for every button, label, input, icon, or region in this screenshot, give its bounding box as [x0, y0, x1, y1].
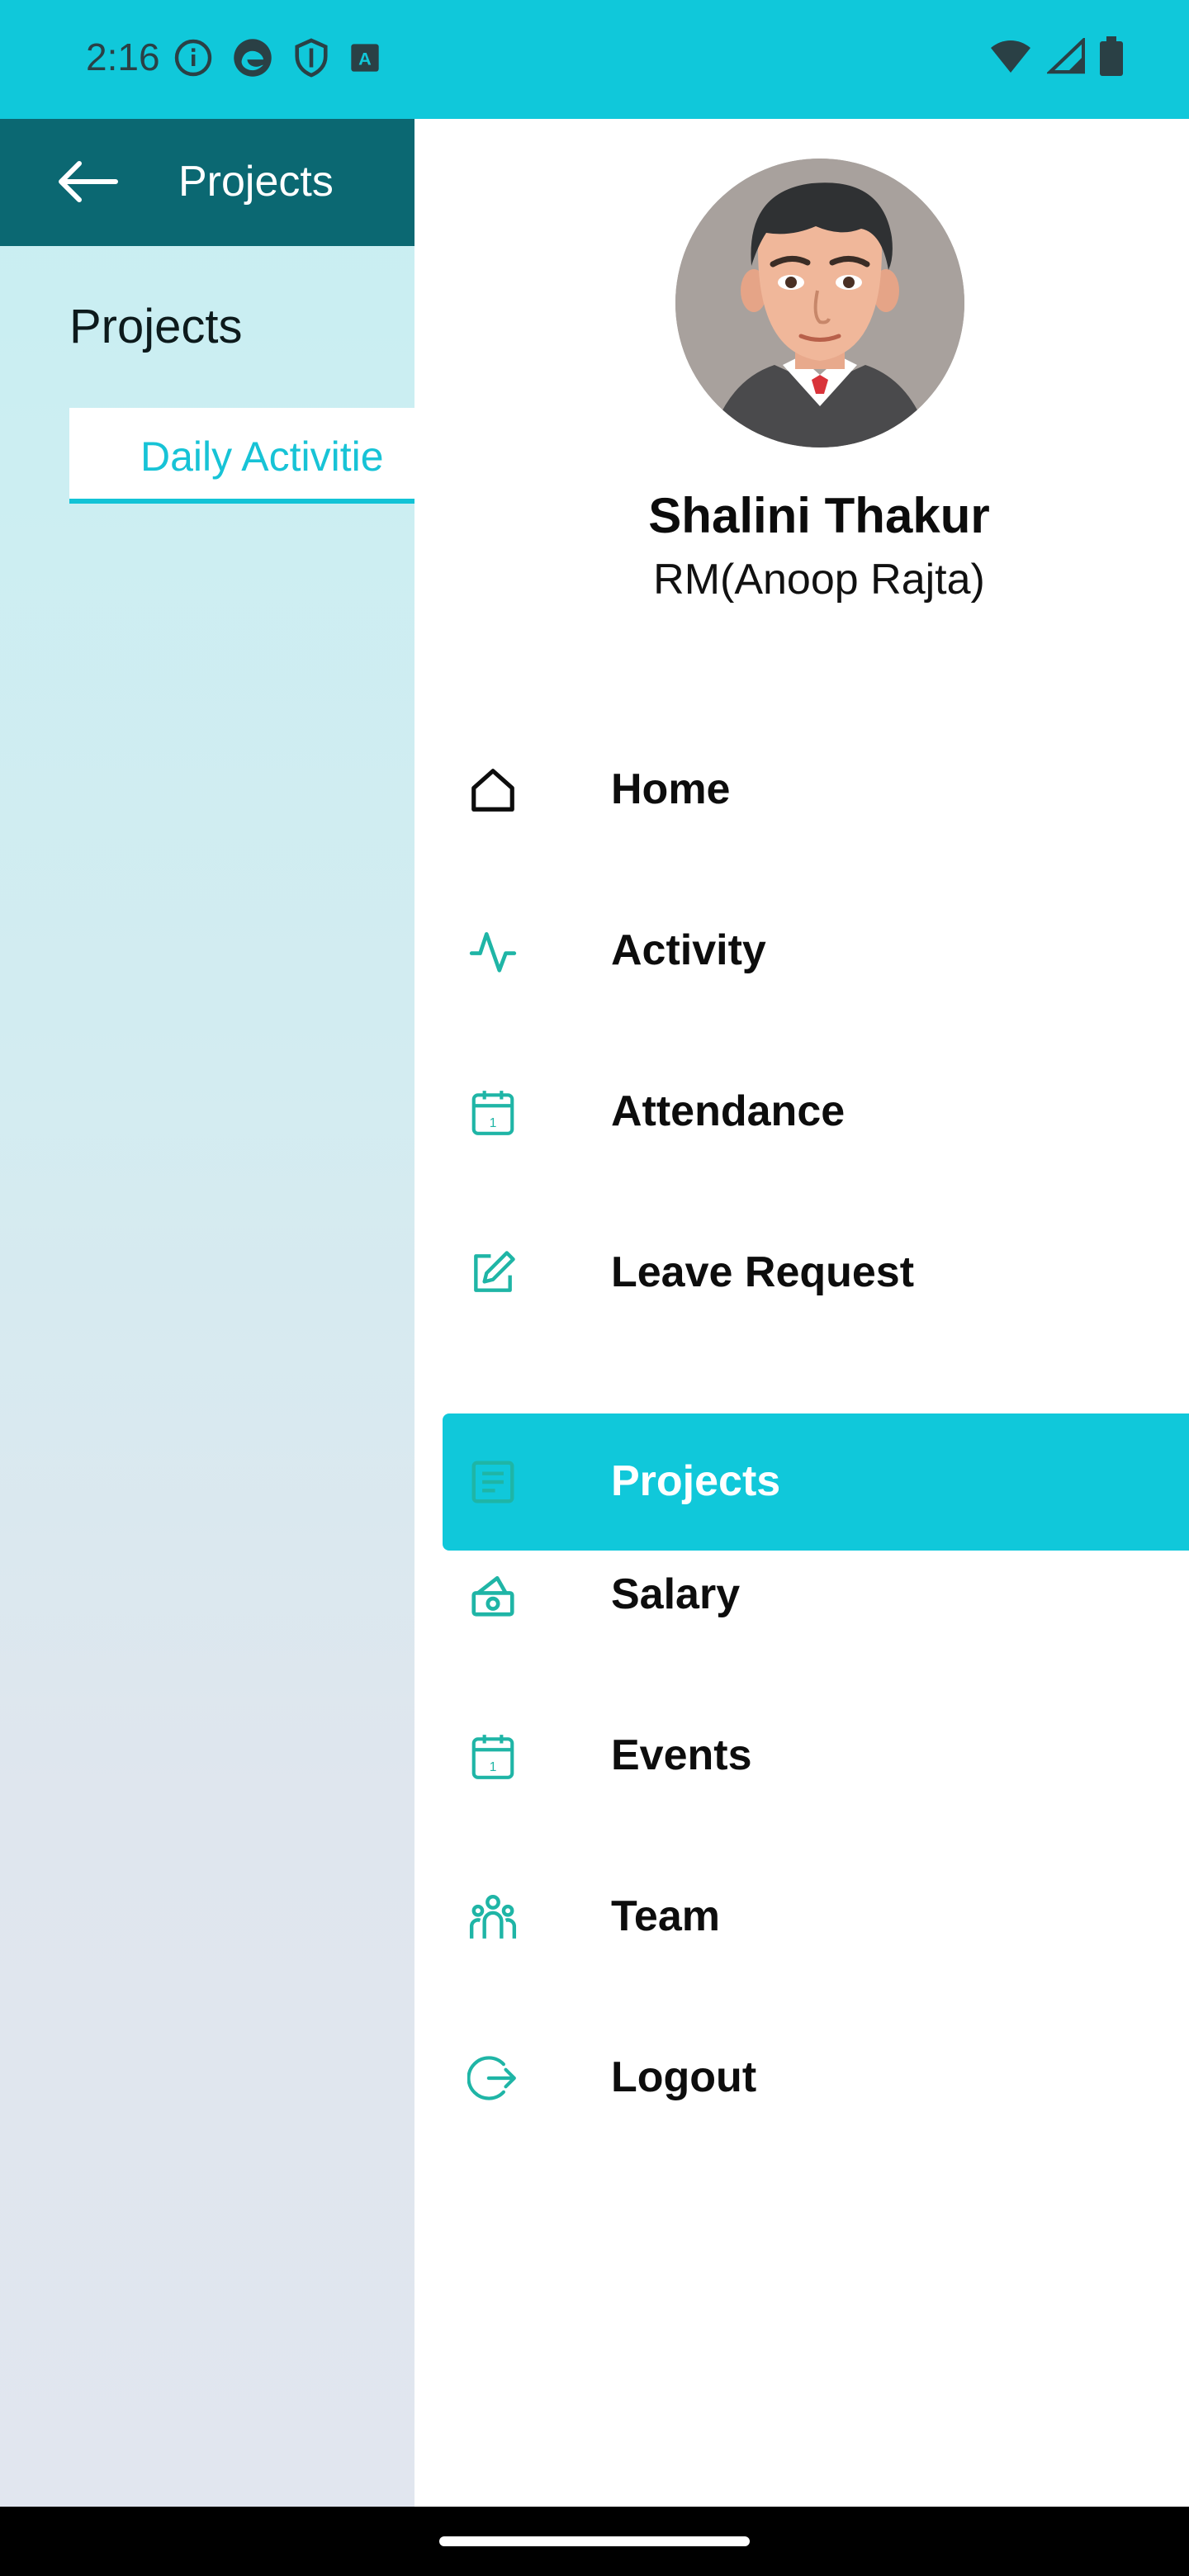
signal-icon: [1045, 36, 1086, 78]
document-icon: [467, 1456, 519, 1508]
background-page: Projects Projects Daily Activitie: [0, 119, 414, 2507]
team-icon: [467, 1892, 519, 1943]
app-bar: Projects: [0, 119, 414, 246]
money-icon: [467, 1570, 519, 1621]
activity-pulse-icon: [467, 926, 519, 977]
info-icon: [173, 38, 213, 82]
battery-icon: [1100, 36, 1123, 80]
status-bar: 2:16 A: [0, 0, 1189, 119]
menu-item-team[interactable]: Team: [443, 1849, 1189, 1986]
menu-item-events[interactable]: 1 Events: [443, 1688, 1189, 1825]
menu-item-salary[interactable]: Salary: [443, 1527, 1189, 1664]
home-icon: [467, 765, 519, 816]
menu-item-home[interactable]: Home: [443, 722, 1189, 859]
calendar-icon: 1: [467, 1731, 519, 1782]
avatar: [675, 159, 964, 447]
menu-item-logout[interactable]: Logout: [443, 2010, 1189, 2147]
calendar-icon: 1: [467, 1087, 519, 1138]
menu-item-leave-request[interactable]: Leave Request: [443, 1205, 1189, 1342]
keyboard-a-icon: A: [348, 41, 381, 78]
navigation-drawer: Shalini Thakur RM(Anoop Rajta) Home Acti…: [414, 119, 1189, 2507]
profile-name: Shalini Thakur: [648, 488, 990, 543]
svg-text:1: 1: [490, 1760, 497, 1774]
menu-label: Attendance: [611, 1087, 846, 1135]
back-arrow-icon[interactable]: [54, 160, 119, 207]
system-nav-bar: [0, 2507, 1189, 2576]
menu-label: Home: [611, 765, 731, 813]
menu-item-activity[interactable]: Activity: [443, 883, 1189, 1020]
shield-icon: [292, 37, 330, 83]
edit-icon: [467, 1248, 519, 1299]
menu-label: Leave Request: [611, 1248, 915, 1296]
svg-text:A: A: [358, 48, 372, 69]
page-title: Projects: [69, 300, 243, 353]
menu-label: Logout: [611, 2053, 757, 2101]
profile-manager: RM(Anoop Rajta): [653, 556, 985, 604]
edge-browser-icon: [231, 36, 274, 83]
home-gesture-handle[interactable]: [439, 2536, 750, 2546]
svg-text:1: 1: [490, 1116, 497, 1130]
logout-icon: [467, 2053, 519, 2104]
menu-label: Projects: [611, 1457, 781, 1505]
tab-label: Daily Activitie: [140, 433, 384, 480]
wifi-icon: [989, 38, 1032, 78]
tab-daily-activities[interactable]: Daily Activitie: [69, 408, 414, 504]
menu-label: Salary: [611, 1570, 741, 1618]
menu-label: Events: [611, 1731, 752, 1779]
app-bar-title: Projects: [178, 158, 334, 206]
menu-item-attendance[interactable]: 1 Attendance: [443, 1044, 1189, 1181]
status-time: 2:16: [86, 36, 160, 78]
menu-label: Team: [611, 1892, 720, 1940]
menu-label: Activity: [611, 926, 766, 974]
